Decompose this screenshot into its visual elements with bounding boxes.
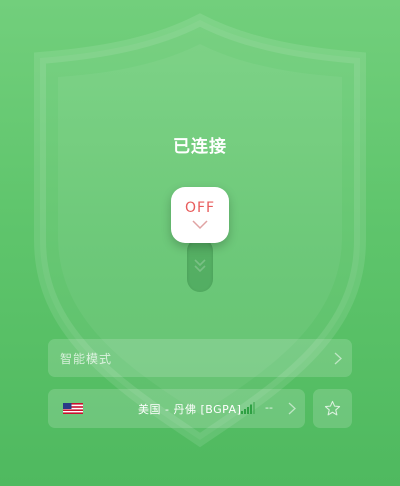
- swipe-down-chevrons-icon: [194, 259, 206, 273]
- star-outline-icon: [324, 400, 341, 416]
- chevron-down-icon: [192, 220, 208, 230]
- vpn-main-screen: 已连接 OFF 智能模式 美国 - 丹佛 [BGPA] --: [0, 0, 400, 486]
- smart-mode-row[interactable]: 智能模式: [48, 339, 352, 377]
- connect-toggle-knob[interactable]: OFF: [171, 187, 229, 243]
- chevron-right-icon: [288, 402, 296, 415]
- chevron-right-icon: [334, 352, 342, 365]
- signal-bars-icon: [241, 402, 255, 414]
- smart-mode-label: 智能模式: [60, 352, 113, 366]
- connect-toggle-track[interactable]: [187, 238, 213, 292]
- latency-value: --: [265, 401, 273, 414]
- toggle-state-label: OFF: [184, 200, 216, 216]
- favorite-button[interactable]: [313, 389, 352, 428]
- server-selector-row[interactable]: 美国 - 丹佛 [BGPA] --: [48, 389, 305, 428]
- server-location-label: 美国 - 丹佛 [BGPA]: [138, 403, 242, 416]
- us-flag-icon: [63, 403, 83, 414]
- connection-status-title: 已连接: [173, 137, 227, 157]
